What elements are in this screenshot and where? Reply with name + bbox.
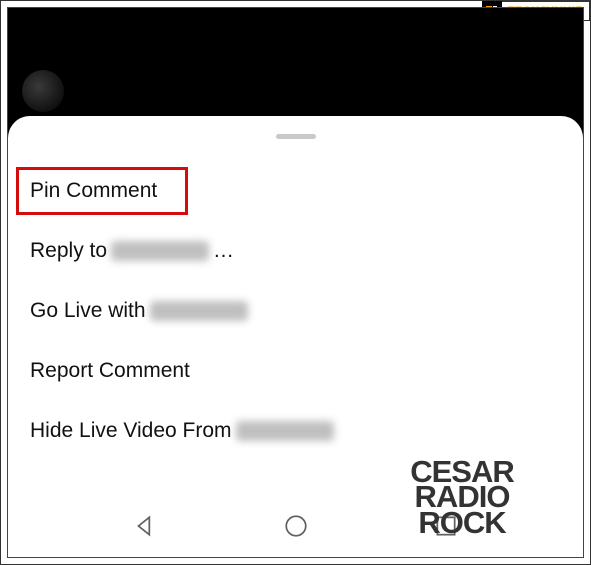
logo-line2: RADIO <box>415 479 510 514</box>
back-icon[interactable] <box>132 513 158 544</box>
menu-label: Hide Live Video From <box>30 419 232 443</box>
menu-item-pin-comment[interactable]: Pin Comment <box>8 161 583 221</box>
redacted-username <box>111 241 209 261</box>
phone-frame: Pin Comment Reply to … Go Live with Repo… <box>7 7 584 558</box>
home-icon[interactable] <box>283 513 309 544</box>
redacted-username <box>150 301 248 321</box>
screenshot-container: TECHJUNKIE Pin Comment Reply to … Go Liv… <box>0 0 591 565</box>
ellipsis: … <box>213 239 234 263</box>
avatar <box>22 70 64 112</box>
menu-item-hide-live-video-from[interactable]: Hide Live Video From <box>8 401 583 461</box>
menu-item-go-live-with[interactable]: Go Live with <box>8 281 583 341</box>
menu-label: Report Comment <box>30 359 190 383</box>
menu-label: Go Live with <box>30 299 146 323</box>
menu-label: Pin Comment <box>30 179 157 203</box>
menu-item-reply-to[interactable]: Reply to … <box>8 221 583 281</box>
menu-label: Reply to <box>30 239 107 263</box>
redacted-username <box>236 421 334 441</box>
menu-item-report-comment[interactable]: Report Comment <box>8 341 583 401</box>
sheet-grabber[interactable] <box>276 134 316 139</box>
cesar-radio-rock-watermark: CESAR RADIO ROCK <box>375 459 549 535</box>
